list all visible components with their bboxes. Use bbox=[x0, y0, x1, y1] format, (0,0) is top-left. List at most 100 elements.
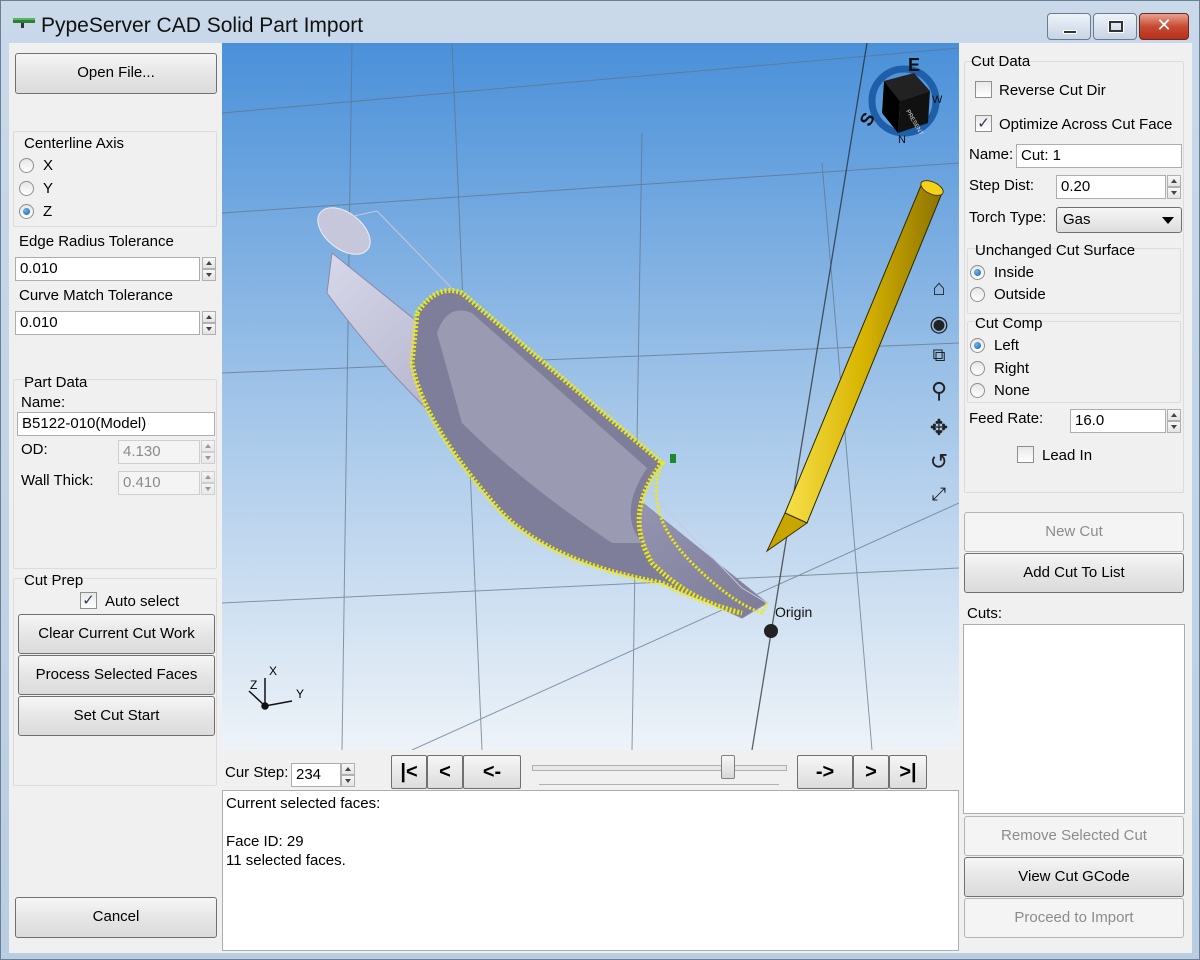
3d-viewport[interactable]: Origin X Y Z PRESENT E S W N ⌂ ◉ ⧉ ⚲ ✥ ↺… bbox=[222, 43, 959, 750]
surface-outside-radio[interactable] bbox=[970, 287, 985, 302]
cut-start-marker bbox=[670, 454, 676, 463]
step-dist-spinner[interactable] bbox=[1167, 175, 1181, 199]
zoom-icon[interactable]: ⚲ bbox=[925, 378, 953, 404]
step-dist-input[interactable]: 0.20 bbox=[1056, 175, 1166, 199]
cancel-button[interactable]: Cancel bbox=[15, 897, 217, 938]
auto-select-checkbox[interactable]: ✓ bbox=[80, 592, 97, 609]
window-title: PypeServer CAD Solid Part Import bbox=[41, 14, 364, 37]
optimize-checkbox[interactable]: ✓ bbox=[975, 115, 992, 132]
comp-right-radio[interactable] bbox=[970, 361, 985, 376]
reverse-cut-dir-checkbox[interactable] bbox=[975, 81, 992, 98]
edge-radius-label: Edge Radius Tolerance bbox=[19, 233, 174, 250]
lead-in-checkbox[interactable] bbox=[1017, 446, 1034, 463]
wall-thick-spinner[interactable] bbox=[201, 471, 215, 495]
zoom-window-icon[interactable]: ⧉ bbox=[925, 345, 953, 366]
comp-right-label: Right bbox=[994, 360, 1030, 377]
app-icon bbox=[13, 18, 35, 28]
axis-y-radio[interactable] bbox=[19, 181, 34, 196]
pan-icon[interactable]: ✥ bbox=[925, 415, 953, 441]
triad-y-label: Y bbox=[296, 687, 304, 701]
surface-inside-radio[interactable] bbox=[970, 265, 985, 280]
cut-comp-label: Cut Comp bbox=[975, 315, 1043, 332]
reverse-cut-dir-label: Reverse Cut Dir bbox=[999, 82, 1106, 99]
part-name-input[interactable]: B5122-010(Model) bbox=[17, 412, 215, 436]
triad-x-label: X bbox=[269, 664, 277, 678]
feed-rate-spinner[interactable] bbox=[1167, 409, 1181, 433]
feed-rate-label: Feed Rate: bbox=[969, 410, 1044, 427]
last-step-button[interactable]: >| bbox=[889, 755, 927, 789]
add-cut-to-list-button[interactable]: Add Cut To List bbox=[964, 553, 1184, 593]
view-cube-n: N bbox=[898, 134, 906, 146]
axis-y-label: Y bbox=[43, 180, 54, 197]
process-selected-faces-button[interactable]: Process Selected Faces bbox=[18, 655, 215, 695]
app-window: PypeServer CAD Solid Part Import ✕ Open … bbox=[0, 0, 1200, 960]
feed-rate-input[interactable]: 16.0 bbox=[1070, 409, 1166, 433]
eye-icon[interactable]: ◉ bbox=[925, 311, 953, 337]
part-data-label: Part Data bbox=[24, 374, 88, 391]
edge-radius-spinner[interactable] bbox=[202, 257, 216, 281]
optimize-label: Optimize Across Cut Face bbox=[999, 116, 1173, 133]
maximize-button[interactable] bbox=[1093, 13, 1137, 40]
od-label: OD: bbox=[21, 441, 48, 458]
axis-x-label: X bbox=[43, 157, 54, 174]
proceed-to-import-button[interactable]: Proceed to Import bbox=[964, 898, 1184, 938]
surface-outside-label: Outside bbox=[994, 286, 1046, 303]
centerline-axis-label: Centerline Axis bbox=[24, 135, 125, 152]
step-slider-thumb[interactable] bbox=[721, 755, 736, 779]
origin-label: Origin bbox=[775, 604, 812, 620]
output-log[interactable]: Current selected faces: Face ID: 29 11 s… bbox=[222, 790, 959, 951]
set-cut-start-button[interactable]: Set Cut Start bbox=[18, 696, 215, 736]
surface-inside-label: Inside bbox=[994, 264, 1035, 281]
triad-z-label: Z bbox=[250, 678, 257, 692]
axis-x-radio[interactable] bbox=[19, 158, 34, 173]
first-step-button[interactable]: |< bbox=[391, 755, 427, 789]
fit-icon[interactable]: ⤢ bbox=[925, 484, 953, 505]
cuts-list[interactable] bbox=[963, 624, 1185, 814]
comp-left-radio[interactable] bbox=[970, 338, 985, 353]
output-line: Face ID: 29 bbox=[226, 833, 304, 850]
wall-thick-label: Wall Thick: bbox=[21, 472, 94, 489]
torch-type-value: Gas bbox=[1063, 211, 1091, 228]
comp-none-label: None bbox=[994, 382, 1030, 399]
close-icon: ✕ bbox=[1156, 15, 1172, 35]
rotate-icon[interactable]: ↺ bbox=[925, 449, 953, 475]
edge-radius-input[interactable]: 0.010 bbox=[15, 257, 200, 281]
cur-step-input[interactable]: 234 bbox=[291, 763, 341, 787]
clear-current-cut-button[interactable]: Clear Current Cut Work bbox=[18, 614, 215, 654]
torch-type-select[interactable]: Gas bbox=[1056, 207, 1182, 233]
output-line: 11 selected faces. bbox=[226, 852, 346, 869]
cut-name-input[interactable]: Cut: 1 bbox=[1016, 144, 1182, 168]
auto-select-label: Auto select bbox=[105, 593, 180, 610]
od-input[interactable]: 4.130 bbox=[118, 440, 200, 464]
step-slider-track[interactable] bbox=[532, 765, 787, 771]
cut-name-label: Name: bbox=[969, 146, 1014, 163]
step-dist-label: Step Dist: bbox=[969, 177, 1035, 194]
title-bar[interactable]: PypeServer CAD Solid Part Import ✕ bbox=[1, 1, 1200, 43]
axis-z-label: Z bbox=[43, 203, 53, 220]
view-cube-e: E bbox=[908, 55, 920, 75]
remove-selected-cut-button[interactable]: Remove Selected Cut bbox=[964, 816, 1184, 856]
axis-z-radio[interactable] bbox=[19, 204, 34, 219]
od-spinner[interactable] bbox=[201, 440, 215, 464]
step-forward-button[interactable]: -> bbox=[797, 755, 853, 789]
viewport-canvas[interactable]: Origin X Y Z PRESENT E S W N bbox=[222, 43, 959, 750]
wall-thick-input[interactable]: 0.410 bbox=[118, 471, 200, 495]
home-icon[interactable]: ⌂ bbox=[925, 275, 953, 301]
new-cut-button[interactable]: New Cut bbox=[964, 512, 1184, 552]
view-cube-w: W bbox=[932, 94, 943, 106]
cur-step-spinner[interactable] bbox=[341, 763, 355, 787]
view-cut-gcode-button[interactable]: View Cut GCode bbox=[964, 857, 1184, 897]
next-step-button[interactable]: > bbox=[853, 755, 889, 789]
curve-match-spinner[interactable] bbox=[202, 311, 216, 335]
lead-in-label: Lead In bbox=[1042, 447, 1093, 464]
comp-none-radio[interactable] bbox=[970, 383, 985, 398]
close-button[interactable]: ✕ bbox=[1139, 13, 1189, 40]
step-back-button[interactable]: <- bbox=[463, 755, 521, 789]
comp-left-label: Left bbox=[994, 337, 1020, 354]
prev-step-button[interactable]: < bbox=[427, 755, 463, 789]
minimize-button[interactable] bbox=[1047, 13, 1091, 40]
cut-data-label: Cut Data bbox=[971, 53, 1031, 70]
open-file-button[interactable]: Open File... bbox=[15, 53, 217, 94]
curve-match-input[interactable]: 0.010 bbox=[15, 311, 200, 335]
part-name-label: Name: bbox=[21, 394, 66, 411]
